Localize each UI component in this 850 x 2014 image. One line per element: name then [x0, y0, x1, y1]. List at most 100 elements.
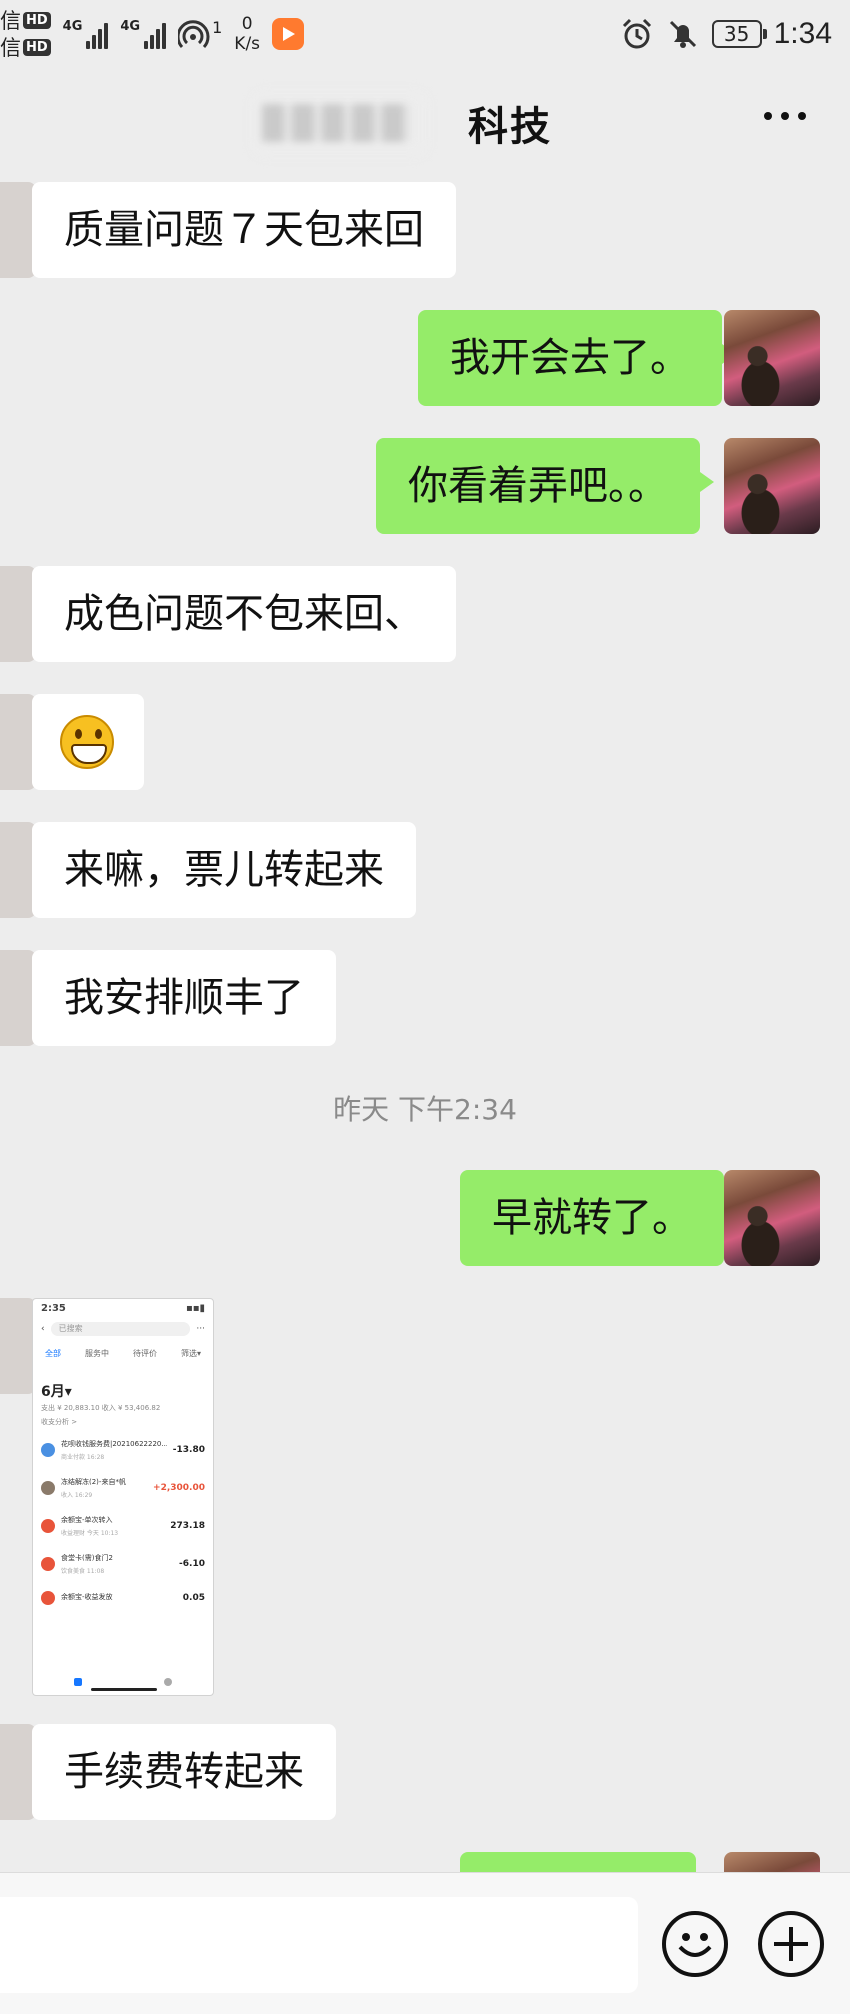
thumb-rows: 花呗收钱服务费|20210622220... 商业付款 16:28 -13.80 冻结… — [33, 1429, 213, 1611]
transaction-info: 余额宝-单次转入 收益理财 今天 10:13 — [61, 1515, 164, 1537]
bell-muted-icon — [669, 20, 696, 48]
blurred-title-mosaic — [262, 104, 412, 142]
thumb-transaction-row: 花呗收钱服务费|20210622220... 商业付款 16:28 -13.80 — [33, 1429, 213, 1467]
sim-labels: 信 HD 信 HD — [0, 9, 51, 60]
thumb-tabs: 全部 服务中 待评价 筛选▾ — [33, 1344, 213, 1363]
thumb-transaction-row: 余额宝-单次转入 收益理财 今天 10:13 273.18 — [33, 1505, 213, 1543]
battery-icon: 35 — [711, 20, 767, 48]
input-bar — [0, 1872, 850, 2014]
message-bubble[interactable]: 成色问题不包来回、 — [32, 566, 456, 662]
transaction-title: 余额宝-单次转入 — [61, 1516, 113, 1524]
thumb-status-bar: 2:35 ▪▪▮ — [33, 1299, 213, 1314]
message-bubble[interactable]: 我开会去了。 — [418, 310, 736, 406]
contact-avatar[interactable] — [0, 1298, 36, 1394]
transaction-sub: 收入 16:29 — [61, 1492, 93, 1499]
back-icon: ‹ — [41, 1324, 45, 1334]
battery-level: 35 — [723, 22, 750, 46]
chat-title[interactable]: 科技 — [0, 94, 850, 152]
thumb-tab: 待评价 — [132, 1349, 157, 1358]
sim1-label: 信 — [0, 8, 21, 33]
transaction-amount: 273.18 — [170, 1521, 205, 1531]
message-input[interactable] — [0, 1897, 638, 1993]
thumb-time: 2:35 — [41, 1303, 66, 1314]
message-bubble[interactable]: 来嘛，票儿转起来 — [32, 822, 416, 918]
thumb-nav-icon — [164, 1678, 172, 1686]
contact-avatar[interactable] — [0, 694, 36, 790]
signal-icon: 4G — [63, 19, 109, 49]
message-bubble[interactable]: 你看着弄吧。。 — [376, 438, 714, 534]
chat-header: 科技 — [0, 72, 850, 172]
chat-screen: 信 HD 信 HD 4G 4G 1 0 K/s 35 1:34 科技 质量问题７… — [0, 0, 850, 2014]
thumb-bottom-nav — [33, 1669, 213, 1695]
message-bubble[interactable] — [32, 694, 144, 790]
contact-avatar[interactable] — [0, 1724, 36, 1820]
more-icon[interactable] — [764, 112, 806, 120]
transaction-sub: 收益理财 今天 10:13 — [61, 1530, 119, 1537]
transaction-amount: -6.10 — [179, 1559, 205, 1569]
status-right: 35 1:34 — [620, 8, 832, 60]
transaction-info: 花呗收钱服务费|20210622220... 商业付款 16:28 — [61, 1439, 167, 1461]
transaction-amount: 0.05 — [182, 1593, 205, 1603]
alarm-icon — [622, 18, 651, 49]
thumb-transaction-row: 余额宝-收益发放 0.05 — [33, 1581, 213, 1611]
transaction-info: 余额宝-收益发放 — [61, 1592, 177, 1605]
transaction-info: 食堂卡(需)食门2 饮食美食 11:08 — [61, 1553, 173, 1575]
grinning-face-emoji — [60, 715, 114, 769]
thumb-tab: 服务中 — [84, 1349, 109, 1358]
sim2-label: 信 — [0, 35, 21, 60]
hd-badge: HD — [23, 12, 51, 29]
my-avatar[interactable] — [724, 438, 820, 534]
message-bubble[interactable]: 质量问题７天包来回 — [32, 182, 456, 278]
message-bubble[interactable]: 早就转了。 — [460, 1170, 738, 1266]
transaction-title: 食堂卡(需)食门2 — [61, 1554, 113, 1562]
transaction-icon — [41, 1519, 55, 1533]
contact-avatar[interactable] — [0, 566, 36, 662]
thumb-search: ‹ 已搜索 ··· — [33, 1314, 213, 1344]
thumb-tab: 全部 — [45, 1349, 61, 1358]
status-left: 信 HD 信 HD 4G 4G 1 0 K/s — [0, 8, 305, 60]
status-time: 1:34 — [773, 17, 832, 50]
hotspot-count: 1 — [212, 17, 223, 37]
hd-badge: HD — [23, 39, 51, 56]
transaction-sub: 商业付款 16:28 — [61, 1454, 105, 1461]
video-app-icon — [272, 18, 305, 50]
chat-title-text: 科技 — [468, 104, 552, 150]
thumb-home-bar — [91, 1688, 157, 1691]
status-bar: 信 HD 信 HD 4G 4G 1 0 K/s 35 1:34 — [0, 0, 850, 66]
speed-value: 0 — [241, 14, 253, 34]
transaction-sub: 饮食美食 11:08 — [61, 1568, 105, 1575]
emoji-icon[interactable] — [662, 1911, 728, 1977]
my-avatar[interactable] — [724, 1170, 820, 1266]
thumb-transaction-row: 冻结解冻(2)-来自*帆 收入 16:29 +2,300.00 — [33, 1467, 213, 1505]
message-list[interactable]: 质量问题７天包来回 我开会去了。 你看着弄吧。。 成色问题不包来回、 来嘛，票儿… — [0, 180, 850, 1872]
my-avatar[interactable] — [724, 1852, 820, 1872]
transaction-icon — [41, 1481, 55, 1495]
message-timestamp: 昨天 下午2:34 — [333, 1093, 517, 1126]
transaction-title: 冻结解冻(2)-来自*帆 — [61, 1478, 126, 1486]
network-label: 4G — [62, 19, 83, 34]
screenshot-image-message[interactable]: 2:35 ▪▪▮ ‹ 已搜索 ··· 全部 服务中 待评价 筛选▾ 6月▾ 支出… — [32, 1298, 214, 1696]
contact-avatar[interactable] — [0, 822, 36, 918]
transaction-amount: +2,300.00 — [153, 1483, 205, 1493]
message-bubble[interactable]: 手续费转起来 — [32, 1724, 336, 1820]
message-bubble[interactable]: 我安排顺丰了 — [32, 950, 336, 1046]
thumb-month: 6月▾ — [41, 1384, 72, 1400]
thumb-status-icons: ▪▪▮ — [185, 1303, 205, 1314]
thumb-summary: 支出 ¥ 20,883.10 收入 ¥ 53,406.82 — [41, 1404, 161, 1412]
thumb-tab: 筛选▾ — [180, 1349, 201, 1358]
thumb-transaction-row: 食堂卡(需)食门2 饮食美食 11:08 -6.10 — [33, 1543, 213, 1581]
thumb-nav-icon — [74, 1678, 82, 1686]
contact-avatar[interactable] — [0, 950, 36, 1046]
my-avatar[interactable] — [724, 310, 820, 406]
thumb-search-box: 已搜索 — [50, 1322, 191, 1336]
network-label: 4G — [120, 19, 141, 34]
speed-unit: K/s — [234, 34, 261, 54]
message-bubble[interactable] — [460, 1852, 696, 1872]
transaction-title: 花呗收钱服务费|20210622220... — [61, 1440, 167, 1448]
plus-icon[interactable] — [758, 1911, 824, 1977]
network-speed: 0 K/s — [234, 14, 260, 54]
transaction-icon — [41, 1557, 55, 1571]
transaction-amount: -13.80 — [172, 1445, 205, 1455]
contact-avatar[interactable] — [0, 182, 36, 278]
thumb-sub: 收支分析 > — [41, 1418, 78, 1426]
